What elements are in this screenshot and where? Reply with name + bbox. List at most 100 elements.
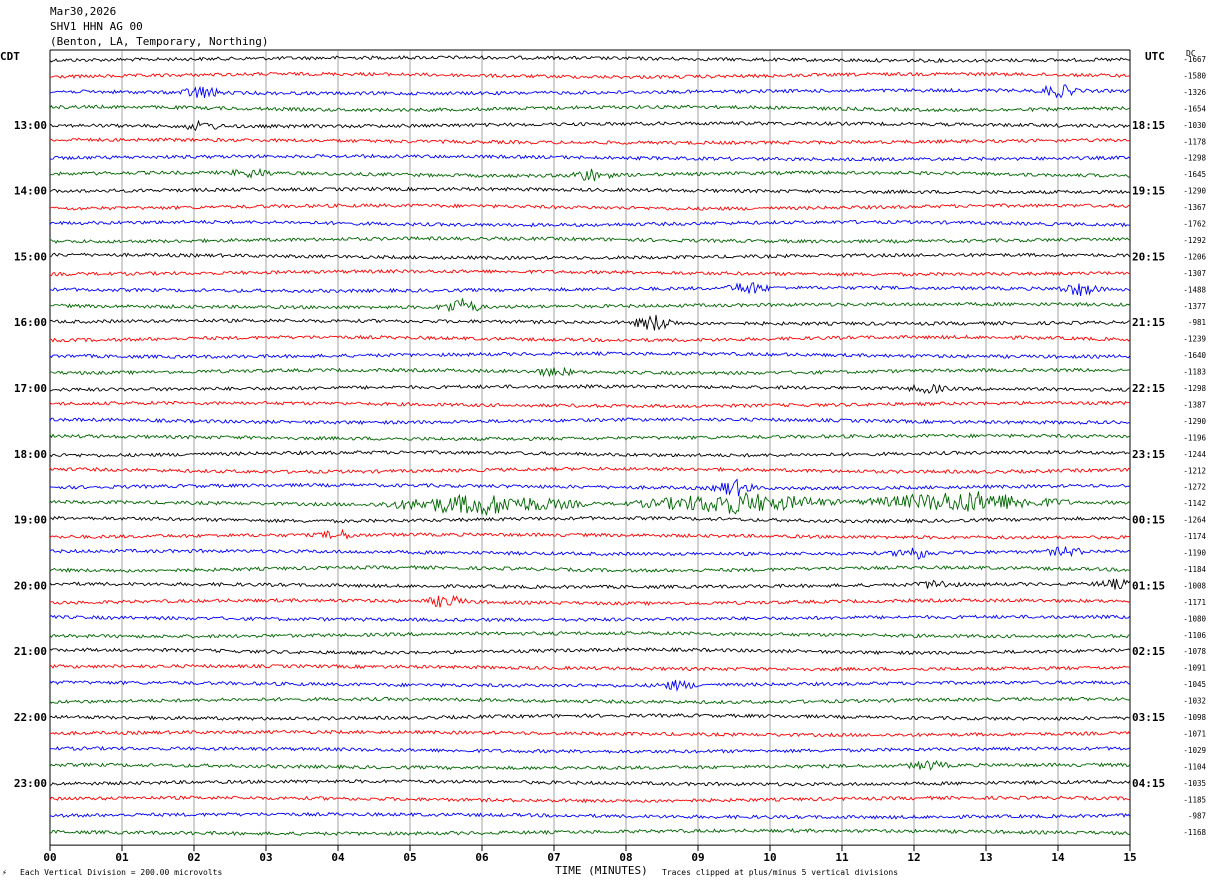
seismic-trace: [49, 779, 1131, 787]
x-axis-label: TIME (MINUTES): [555, 864, 648, 877]
dc-offset-label: -1667: [1183, 55, 1206, 64]
seismic-trace: [49, 729, 1131, 738]
seismic-trace: [49, 433, 1131, 442]
dc-offset-label: -1264: [1183, 516, 1206, 525]
seismic-trace: [49, 104, 1131, 113]
seismic-trace: [49, 383, 1131, 394]
seismic-trace: [49, 137, 1131, 146]
seismic-trace: [49, 351, 1131, 360]
left-hour-label: 15:00: [14, 250, 47, 263]
left-hour-label: 20:00: [14, 579, 47, 592]
seismic-trace: [49, 167, 1131, 182]
right-hour-label: 04:15: [1132, 777, 1165, 790]
clip-note: Traces clipped at plus/minus 5 vertical …: [662, 868, 899, 877]
seismic-trace: [49, 594, 1131, 608]
dc-offset-label: -1307: [1183, 269, 1206, 278]
right-hour-label: 22:15: [1132, 382, 1165, 395]
seismic-trace: [49, 268, 1131, 277]
dc-offset-label: -1174: [1183, 532, 1206, 541]
seismic-trace: [49, 745, 1131, 754]
dc-offset-label: -1298: [1183, 384, 1206, 393]
left-hour-label: 16:00: [14, 316, 47, 329]
dc-offset-label: -1142: [1183, 499, 1206, 508]
seismic-trace: [49, 252, 1131, 261]
dc-offset-label: -1190: [1183, 549, 1206, 558]
seismic-trace: [49, 417, 1131, 426]
seismic-trace: [49, 663, 1131, 672]
dc-offset-label: -987: [1188, 812, 1206, 821]
dc-offset-label: -1080: [1183, 614, 1206, 623]
x-tick-label: 04: [331, 851, 345, 864]
dc-offset-label: -1091: [1183, 664, 1206, 673]
helicorder-plot: 00 01 02 03 04 05 06 07 08 09 10 11 12 13 14 15 -1667 -15…: [14, 49, 1206, 864]
right-hour-label: 20:15: [1132, 250, 1165, 263]
seismic-trace: [50, 236, 1131, 244]
left-hour-label: 17:00: [14, 382, 47, 395]
seismic-trace: [49, 55, 1131, 64]
seismic-trace: [49, 828, 1131, 836]
x-tick-label: 05: [403, 851, 416, 864]
dc-offset-label: -1104: [1183, 762, 1206, 771]
dc-offset-label: -1387: [1183, 400, 1206, 409]
dc-offset-label: -1184: [1183, 565, 1206, 574]
seismic-trace: [49, 334, 1131, 343]
dc-offset-label: -1580: [1183, 71, 1206, 80]
x-tick-label: 09: [691, 851, 704, 864]
dc-offset-label: -1168: [1183, 828, 1206, 837]
dc-offset-label: -1290: [1183, 187, 1206, 196]
right-hour-label: 23:15: [1132, 448, 1165, 461]
dc-offset-label: -1171: [1183, 598, 1206, 607]
seismic-trace: [49, 203, 1131, 211]
dc-offset-label: -1239: [1183, 335, 1206, 344]
scale-icon: ⚡: [2, 868, 7, 877]
seismic-trace: [49, 449, 1131, 458]
left-hour-label: 14:00: [14, 185, 47, 198]
seismic-trace: [49, 795, 1131, 804]
x-tick-label: 10: [763, 851, 776, 864]
right-hour-label: 19:15: [1132, 185, 1165, 198]
right-hour-label: 00:15: [1132, 514, 1165, 527]
seismic-trace: [49, 466, 1131, 475]
dc-offset-label: -1244: [1183, 450, 1206, 459]
x-tick-label: 07: [547, 851, 560, 864]
seismic-trace: [49, 578, 1131, 590]
right-hour-label: 03:15: [1132, 711, 1165, 724]
seismic-trace: [49, 647, 1131, 656]
seismic-trace: [49, 186, 1131, 195]
left-hour-label: 23:00: [14, 777, 47, 790]
seismic-trace: [49, 366, 1131, 378]
dc-offset-label: -1272: [1183, 483, 1206, 492]
seismic-trace: [49, 565, 1130, 573]
dc-offset-label: -1029: [1183, 746, 1206, 755]
seismic-trace: [50, 71, 1131, 80]
seismic-trace: [50, 298, 1131, 313]
dc-offset-label: -1008: [1183, 581, 1206, 590]
dc-offset-label: -1183: [1183, 368, 1206, 377]
dc-offset-label: -1290: [1183, 417, 1206, 426]
seismic-trace: [49, 400, 1131, 409]
x-tick-label: 08: [619, 851, 632, 864]
x-tick-label: 12: [907, 851, 920, 864]
left-hour-label: 13:00: [14, 119, 47, 132]
seismic-trace: [49, 630, 1131, 639]
x-tick-label: 02: [187, 851, 200, 864]
dc-offset-label: -1206: [1183, 252, 1206, 261]
dc-offset-label: -1078: [1183, 647, 1206, 656]
right-hour-label: 21:15: [1132, 316, 1165, 329]
x-tick-label: 14: [1051, 851, 1065, 864]
dc-offset-label: -1367: [1183, 203, 1206, 212]
dc-offset-label: -1106: [1183, 631, 1206, 640]
dc-offset-label: -1032: [1183, 697, 1206, 706]
dc-offset-label: -1212: [1183, 466, 1206, 475]
seismic-trace: [49, 759, 1131, 771]
left-hour-label: 22:00: [14, 711, 47, 724]
seismic-trace: [49, 314, 1131, 331]
dc-offset-label: -1178: [1183, 137, 1206, 146]
dc-offset-label: -1098: [1183, 713, 1206, 722]
dc-offset-label: -1045: [1183, 680, 1206, 689]
seismic-trace: [49, 153, 1131, 162]
seismic-trace: [49, 84, 1131, 99]
seismic-trace: [49, 679, 1131, 693]
dc-offset-label: -1035: [1183, 779, 1206, 788]
seismic-trace: [49, 528, 1131, 540]
